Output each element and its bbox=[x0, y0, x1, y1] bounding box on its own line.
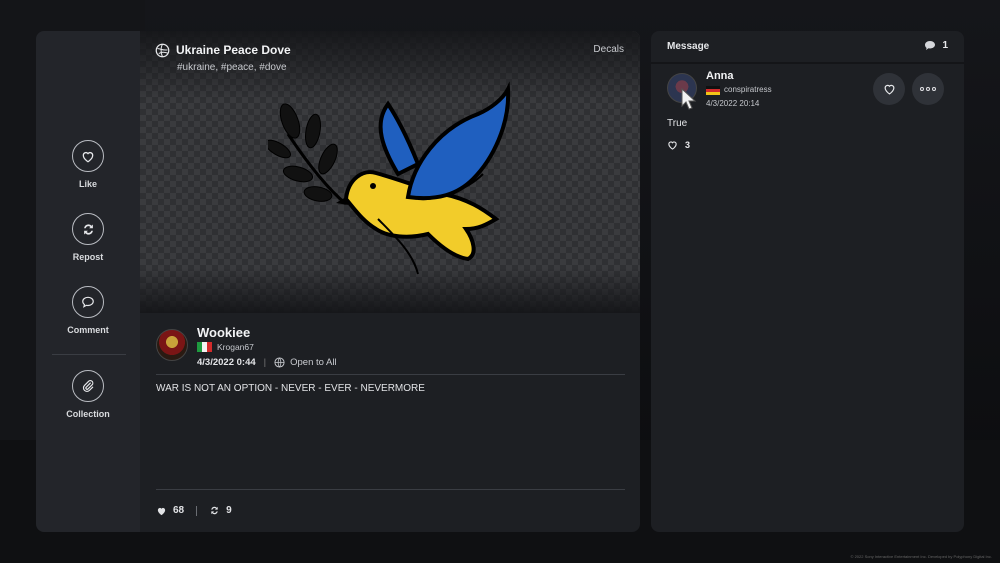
repost-count: 9 bbox=[209, 505, 232, 516]
post-divider-top bbox=[156, 374, 625, 375]
comment-icon bbox=[82, 296, 94, 308]
collection-action[interactable]: Collection bbox=[36, 370, 140, 419]
stats-separator bbox=[196, 505, 198, 516]
heart-icon bbox=[884, 84, 894, 95]
message-divider bbox=[651, 62, 964, 64]
message-count-value: 1 bbox=[942, 40, 948, 51]
globe-logo-icon bbox=[155, 43, 170, 58]
comment-like-button[interactable] bbox=[873, 73, 905, 105]
collection-button[interactable] bbox=[72, 370, 104, 402]
dove-front-wing bbox=[405, 81, 511, 201]
comment-more-button[interactable] bbox=[912, 73, 944, 105]
like-action[interactable]: Like bbox=[36, 140, 140, 189]
message-count: 1 bbox=[924, 40, 948, 51]
heart-icon bbox=[668, 141, 677, 150]
author-name[interactable]: Wookiee bbox=[197, 325, 250, 340]
collection-label: Collection bbox=[66, 409, 110, 419]
post-author: Wookiee Krogan67 4/3/2022 0:44 | Open to… bbox=[156, 325, 626, 369]
comment-label: Comment bbox=[67, 325, 109, 335]
olive-branch bbox=[268, 103, 347, 206]
repost-count-value: 9 bbox=[226, 505, 232, 516]
like-count-value: 68 bbox=[173, 505, 185, 516]
decal-category: Decals bbox=[593, 44, 624, 55]
post-meta: 4/3/2022 0:44 | Open to All bbox=[197, 357, 337, 368]
comment-date: 4/3/2022 20:14 bbox=[706, 99, 760, 108]
like-button[interactable] bbox=[72, 140, 104, 172]
post-text: WAR IS NOT AN OPTION - NEVER - EVER - NE… bbox=[156, 383, 425, 394]
author-avatar[interactable] bbox=[156, 329, 188, 361]
repost-label: Repost bbox=[72, 252, 104, 262]
comment-action[interactable]: Comment bbox=[36, 286, 140, 335]
heart-icon bbox=[82, 151, 94, 163]
like-label: Like bbox=[78, 179, 97, 189]
comment-text: True bbox=[667, 118, 688, 129]
paperclip-icon bbox=[82, 380, 94, 392]
like-count: 68 bbox=[156, 505, 184, 516]
repost-button[interactable] bbox=[72, 213, 104, 245]
action-rail: Like Repost Comment Collection bbox=[36, 31, 140, 532]
repost-small-icon bbox=[211, 506, 218, 515]
more-icon bbox=[920, 87, 936, 91]
decal-image[interactable]: Ukraine Peace Dove #ukraine, #peace, #do… bbox=[140, 31, 640, 313]
post-divider-bottom bbox=[156, 489, 625, 490]
heart-filled-icon bbox=[157, 507, 166, 515]
decal-title: Ukraine Peace Dove bbox=[176, 43, 291, 57]
comment-like-count-value: 3 bbox=[685, 140, 691, 150]
author-handle: Krogan67 bbox=[217, 342, 254, 352]
post-date: 4/3/2022 0:44 bbox=[197, 357, 256, 368]
comment-like-count: 3 bbox=[667, 140, 690, 150]
message-header: Message bbox=[667, 41, 710, 52]
comment-button[interactable] bbox=[72, 286, 104, 318]
post-stats: 68 9 bbox=[156, 505, 232, 516]
decal-tags[interactable]: #ukraine, #peace, #dove bbox=[177, 62, 287, 73]
meta-separator: | bbox=[263, 357, 267, 368]
copyright-footnote: © 2022 Sony Interactive Entertainment In… bbox=[850, 554, 992, 559]
post-panel: Ukraine Peace Dove #ukraine, #peace, #do… bbox=[140, 31, 640, 532]
globe-icon bbox=[274, 357, 285, 368]
repost-icon bbox=[83, 223, 93, 235]
commenter-name[interactable]: Anna bbox=[706, 70, 734, 82]
rail-divider bbox=[52, 354, 126, 355]
comment-filled-icon bbox=[925, 41, 936, 50]
post-visibility: Open to All bbox=[290, 357, 337, 368]
italy-flag-icon bbox=[197, 342, 212, 352]
germany-flag-icon bbox=[706, 86, 720, 95]
dove-illustration bbox=[268, 81, 511, 275]
dove-back-wing bbox=[378, 100, 421, 177]
commenter-handle: conspiratress bbox=[724, 85, 772, 94]
repost-action[interactable]: Repost bbox=[36, 213, 140, 262]
media-header: Ukraine Peace Dove bbox=[155, 43, 291, 58]
pointer-cursor-icon bbox=[681, 88, 697, 110]
